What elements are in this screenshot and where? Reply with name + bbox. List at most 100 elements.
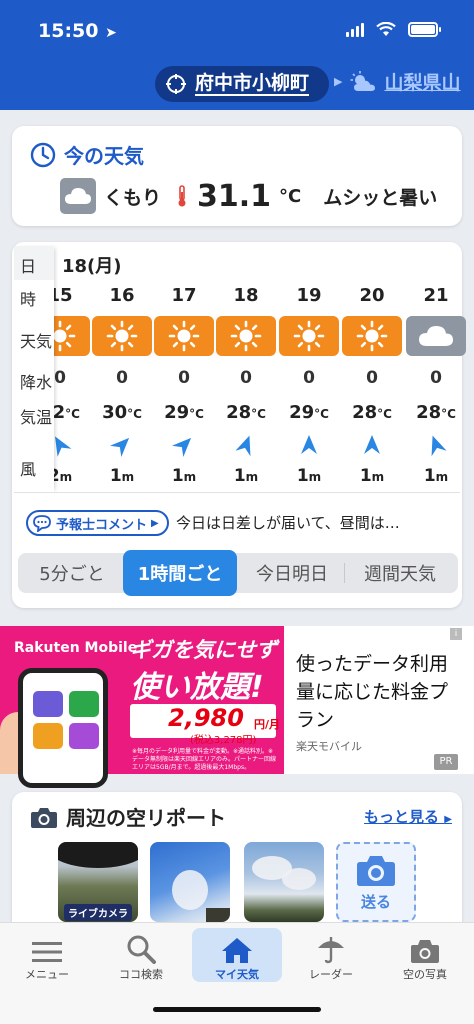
ad-pr-badge: PR: [434, 754, 458, 770]
wind-direction-icon: [279, 434, 339, 460]
ad-copy[interactable]: 使ったデータ利用量に応じた料金プラン: [296, 650, 466, 734]
tab-my-weather[interactable]: マイ天気: [192, 928, 282, 982]
ad-phone-graphic: [18, 668, 108, 788]
tab-my-weather-label: マイ天気: [215, 968, 259, 981]
segment-weekly[interactable]: 週間天気: [346, 553, 454, 593]
forecaster-comment-label: 予報士コメント: [56, 517, 148, 533]
ad-headline-2: 使い放題!: [130, 670, 264, 705]
forecast-wind-value: 1: [359, 466, 372, 486]
ad-info-icon[interactable]: i: [450, 628, 462, 640]
forecast-temperature: 29°C: [279, 402, 339, 423]
forecast-temperature: 28°C: [342, 402, 402, 423]
forecast-temperature-unit: °C: [314, 407, 329, 421]
tab-radar[interactable]: レーダー: [286, 928, 376, 982]
forecast-wind-value: 1: [109, 466, 122, 486]
segment-divider: [344, 563, 345, 583]
forecast-temperature-unit: °C: [189, 407, 204, 421]
sky-report-title: 周辺の空リポート: [30, 802, 226, 831]
tab-sky-photos-label: 空の写真: [403, 968, 447, 981]
forecast-wind-value: 1: [233, 466, 246, 486]
segment-today-tomorrow[interactable]: 今日明日: [240, 553, 344, 593]
forecast-temperature-unit: °C: [251, 407, 266, 421]
forecast-temperature-value: 28: [226, 402, 252, 423]
camera-icon: [411, 940, 439, 963]
forecast-hour: 19: [296, 285, 322, 306]
forecast-temperature-value: 28: [352, 402, 378, 423]
partly-cloudy-icon: [350, 70, 376, 91]
signal-icon: [346, 22, 364, 37]
sunny-icon: [342, 316, 402, 356]
row-label-wind: 風: [20, 460, 37, 479]
forecast-rain: 0: [116, 368, 128, 388]
current-temperature: 31.1: [197, 178, 272, 214]
forecast-temperature: 29°C: [154, 402, 214, 423]
tab-sky-photos[interactable]: 空の写真: [380, 928, 470, 982]
ad-price-unit: 円/月: [254, 718, 281, 731]
forecaster-comment-text[interactable]: 今日は日差しが届いて、昼間は…: [176, 512, 446, 533]
speech-bubble-icon: [33, 515, 51, 532]
sunny-icon: [154, 316, 214, 356]
forecast-rain: 0: [430, 368, 442, 388]
status-time-text: 15:50: [38, 20, 99, 42]
sky-report-more-link[interactable]: もっと見る ▶: [364, 806, 452, 827]
forecast-wind-speed: 1m: [154, 466, 214, 486]
forecast-wind-unit: m: [435, 470, 449, 484]
row-label-hour: 時: [20, 290, 37, 309]
forecast-hour: 21: [423, 285, 449, 306]
location-arrow-icon: ➤: [105, 25, 117, 41]
sky-photo-thumbnail[interactable]: [244, 842, 324, 922]
forecast-wind-unit: m: [245, 470, 259, 484]
chevron-right-icon: ▶: [151, 517, 159, 529]
live-camera-label: ライブカメラ: [64, 904, 132, 921]
search-icon: [127, 935, 156, 964]
ad-sponsor: 楽天モバイル: [296, 740, 362, 753]
forecaster-comment-button[interactable]: 予報士コメント ▶: [26, 510, 169, 536]
sky-photo-thumbnail[interactable]: [150, 842, 230, 922]
forecast-rain: 0: [366, 368, 378, 388]
cloudy-icon: [60, 178, 96, 214]
forecast-wind-value: 1: [296, 466, 309, 486]
menu-icon: [32, 942, 62, 962]
forecast-wind-unit: m: [59, 470, 73, 484]
segment-5min[interactable]: 5分ごと: [22, 553, 122, 593]
forecast-rain: 0: [178, 368, 190, 388]
forecast-wind-unit: m: [183, 470, 197, 484]
status-icons: [346, 22, 441, 37]
sky-report-title-text: 周辺の空リポート: [66, 806, 226, 830]
current-location-pill[interactable]: 府中市小柳町: [155, 66, 329, 102]
current-weather-title-text: 今の天気: [64, 144, 144, 168]
segment-1hour[interactable]: 1時間ごと: [123, 550, 237, 596]
tab-search[interactable]: ココ検索: [96, 928, 186, 982]
next-location-tab[interactable]: ▶ 山梨県山: [334, 68, 460, 95]
send-photo-button[interactable]: 送る: [336, 842, 416, 922]
forecast-hour: 18: [233, 285, 259, 306]
forecast-date: 18(月): [62, 256, 122, 277]
forecast-temperature-unit: °C: [377, 407, 392, 421]
next-location-label: 山梨県山: [384, 72, 461, 94]
camera-icon: [31, 807, 57, 828]
forecast-wind-value: 1: [171, 466, 184, 486]
current-feel: ムシッと暑い: [323, 186, 438, 209]
forecast-wind-value: 1: [423, 466, 436, 486]
sky-report-more-label: もっと見る: [364, 808, 440, 826]
send-photo-label: 送る: [360, 892, 391, 911]
forecast-wind-unit: m: [121, 470, 135, 484]
thermometer-icon: [178, 185, 186, 207]
chevron-right-icon: ▶: [334, 75, 343, 88]
forecast-hour: 20: [359, 285, 385, 306]
forecast-wind-speed: 1m: [92, 466, 152, 486]
tab-menu[interactable]: メニュー: [2, 928, 92, 982]
row-label-rain: 降水: [20, 373, 53, 392]
forecast-temperature-value: 30: [102, 402, 128, 423]
forecast-temperature-value: 28: [416, 402, 442, 423]
tab-search-label: ココ検索: [119, 968, 163, 981]
forecast-temperature-value: 29: [289, 402, 315, 423]
current-location-label: 府中市小柳町: [195, 72, 310, 96]
forecast-rain: 0: [240, 368, 252, 388]
status-time: 15:50 ➤: [38, 20, 117, 42]
sunny-icon: [216, 316, 276, 356]
live-camera-thumbnail[interactable]: ライブカメラ: [58, 842, 138, 922]
sunny-icon: [279, 316, 339, 356]
row-label-day: 日: [20, 257, 37, 276]
forecast-temperature: 28°C: [216, 402, 276, 423]
